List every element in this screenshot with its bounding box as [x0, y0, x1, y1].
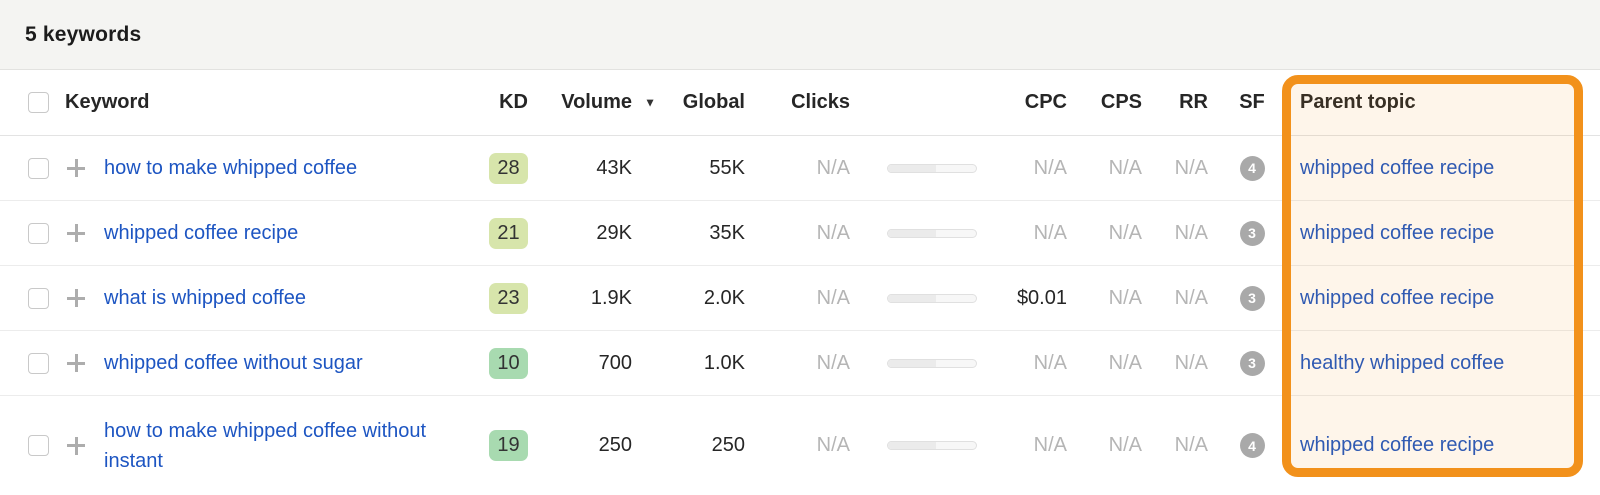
- volume-value: 250: [528, 434, 632, 457]
- global-volume-value: 35K: [632, 222, 745, 245]
- rr-value: N/A: [1142, 222, 1208, 245]
- parent-topic-link[interactable]: whipped coffee recipe: [1300, 287, 1494, 309]
- volume-header-label: Volume: [561, 91, 632, 113]
- add-keyword-plus-icon[interactable]: [65, 435, 87, 457]
- table-header-row: Keyword KD Volume ▼ Global Clicks CPC CP…: [0, 70, 1600, 136]
- cpc-value: N/A: [977, 352, 1067, 375]
- cpc-value: N/A: [977, 222, 1067, 245]
- add-keyword-plus-icon[interactable]: [65, 287, 87, 309]
- volume-value: 29K: [528, 222, 632, 245]
- select-all-checkbox[interactable]: [28, 92, 49, 113]
- cpc-value: N/A: [977, 157, 1067, 180]
- kd-badge: 21: [489, 218, 528, 249]
- clicks-bar: [887, 294, 977, 303]
- parent-topic-link[interactable]: healthy whipped coffee: [1300, 352, 1504, 374]
- row-checkbox[interactable]: [28, 223, 49, 244]
- column-header-keyword[interactable]: Keyword: [65, 91, 434, 114]
- cps-value: N/A: [1067, 222, 1142, 245]
- column-header-volume[interactable]: Volume ▼: [528, 91, 632, 114]
- keyword-link[interactable]: whipped coffee without sugar: [104, 352, 363, 374]
- serp-features-badge[interactable]: 3: [1240, 351, 1265, 376]
- column-header-clicks[interactable]: Clicks: [745, 91, 850, 114]
- keyword-link[interactable]: what is whipped coffee: [104, 287, 306, 309]
- cpc-value: N/A: [977, 434, 1067, 457]
- global-volume-value: 250: [632, 434, 745, 457]
- global-volume-value: 2.0K: [632, 287, 745, 310]
- row-checkbox[interactable]: [28, 158, 49, 179]
- table-row: whipped coffee without sugar 10 700 1.0K…: [0, 331, 1600, 396]
- global-volume-value: 55K: [632, 157, 745, 180]
- parent-topic-link[interactable]: whipped coffee recipe: [1300, 434, 1494, 456]
- keyword-link[interactable]: how to make whipped coffee: [104, 157, 357, 179]
- table-row: how to make whipped coffee without insta…: [0, 396, 1600, 495]
- cps-value: N/A: [1067, 352, 1142, 375]
- volume-value: 700: [528, 352, 632, 375]
- add-keyword-plus-icon[interactable]: [65, 222, 87, 244]
- clicks-value: N/A: [745, 352, 850, 375]
- column-header-cpc[interactable]: CPC: [977, 91, 1067, 114]
- rr-value: N/A: [1142, 434, 1208, 457]
- serp-features-badge[interactable]: 3: [1240, 286, 1265, 311]
- clicks-bar: [887, 229, 977, 238]
- clicks-bar: [887, 359, 977, 368]
- serp-features-badge[interactable]: 4: [1240, 433, 1265, 458]
- add-keyword-plus-icon[interactable]: [65, 157, 87, 179]
- column-header-kd[interactable]: KD: [434, 91, 528, 114]
- clicks-bar: [887, 164, 977, 173]
- keywords-table-screen: 5 keywords Keyword KD Volume ▼ Global Cl…: [0, 0, 1600, 495]
- keyword-link[interactable]: whipped coffee recipe: [104, 222, 298, 244]
- cps-value: N/A: [1067, 287, 1142, 310]
- keyword-link[interactable]: how to make whipped coffee without insta…: [104, 420, 426, 472]
- kd-badge: 23: [489, 283, 528, 314]
- clicks-bar: [887, 441, 977, 450]
- keyword-count-title: 5 keywords: [25, 23, 141, 47]
- results-count-bar: 5 keywords: [0, 0, 1600, 70]
- column-header-sf[interactable]: SF: [1208, 91, 1296, 114]
- kd-badge: 10: [489, 348, 528, 379]
- table-row: whipped coffee recipe 21 29K 35K N/A N/A…: [0, 201, 1600, 266]
- row-checkbox[interactable]: [28, 435, 49, 456]
- serp-features-badge[interactable]: 3: [1240, 221, 1265, 246]
- clicks-value: N/A: [745, 157, 850, 180]
- clicks-value: N/A: [745, 222, 850, 245]
- column-header-rr[interactable]: RR: [1142, 91, 1208, 114]
- clicks-value: N/A: [745, 287, 850, 310]
- volume-value: 43K: [528, 157, 632, 180]
- rr-value: N/A: [1142, 157, 1208, 180]
- column-header-cps[interactable]: CPS: [1067, 91, 1142, 114]
- clicks-value: N/A: [745, 434, 850, 457]
- volume-value: 1.9K: [528, 287, 632, 310]
- kd-badge: 28: [489, 153, 528, 184]
- row-checkbox[interactable]: [28, 288, 49, 309]
- cpc-value: $0.01: [977, 287, 1067, 310]
- serp-features-badge[interactable]: 4: [1240, 156, 1265, 181]
- global-volume-value: 1.0K: [632, 352, 745, 375]
- cps-value: N/A: [1067, 434, 1142, 457]
- row-checkbox[interactable]: [28, 353, 49, 374]
- rr-value: N/A: [1142, 352, 1208, 375]
- cps-value: N/A: [1067, 157, 1142, 180]
- parent-topic-link[interactable]: whipped coffee recipe: [1300, 222, 1494, 244]
- kd-badge: 19: [489, 430, 528, 461]
- table-row: how to make whipped coffee 28 43K 55K N/…: [0, 136, 1600, 201]
- parent-topic-link[interactable]: whipped coffee recipe: [1300, 157, 1494, 179]
- rr-value: N/A: [1142, 287, 1208, 310]
- table-row: what is whipped coffee 23 1.9K 2.0K N/A …: [0, 266, 1600, 331]
- sort-desc-icon: ▼: [644, 95, 656, 109]
- add-keyword-plus-icon[interactable]: [65, 352, 87, 374]
- column-header-parent-topic[interactable]: Parent topic: [1300, 91, 1600, 114]
